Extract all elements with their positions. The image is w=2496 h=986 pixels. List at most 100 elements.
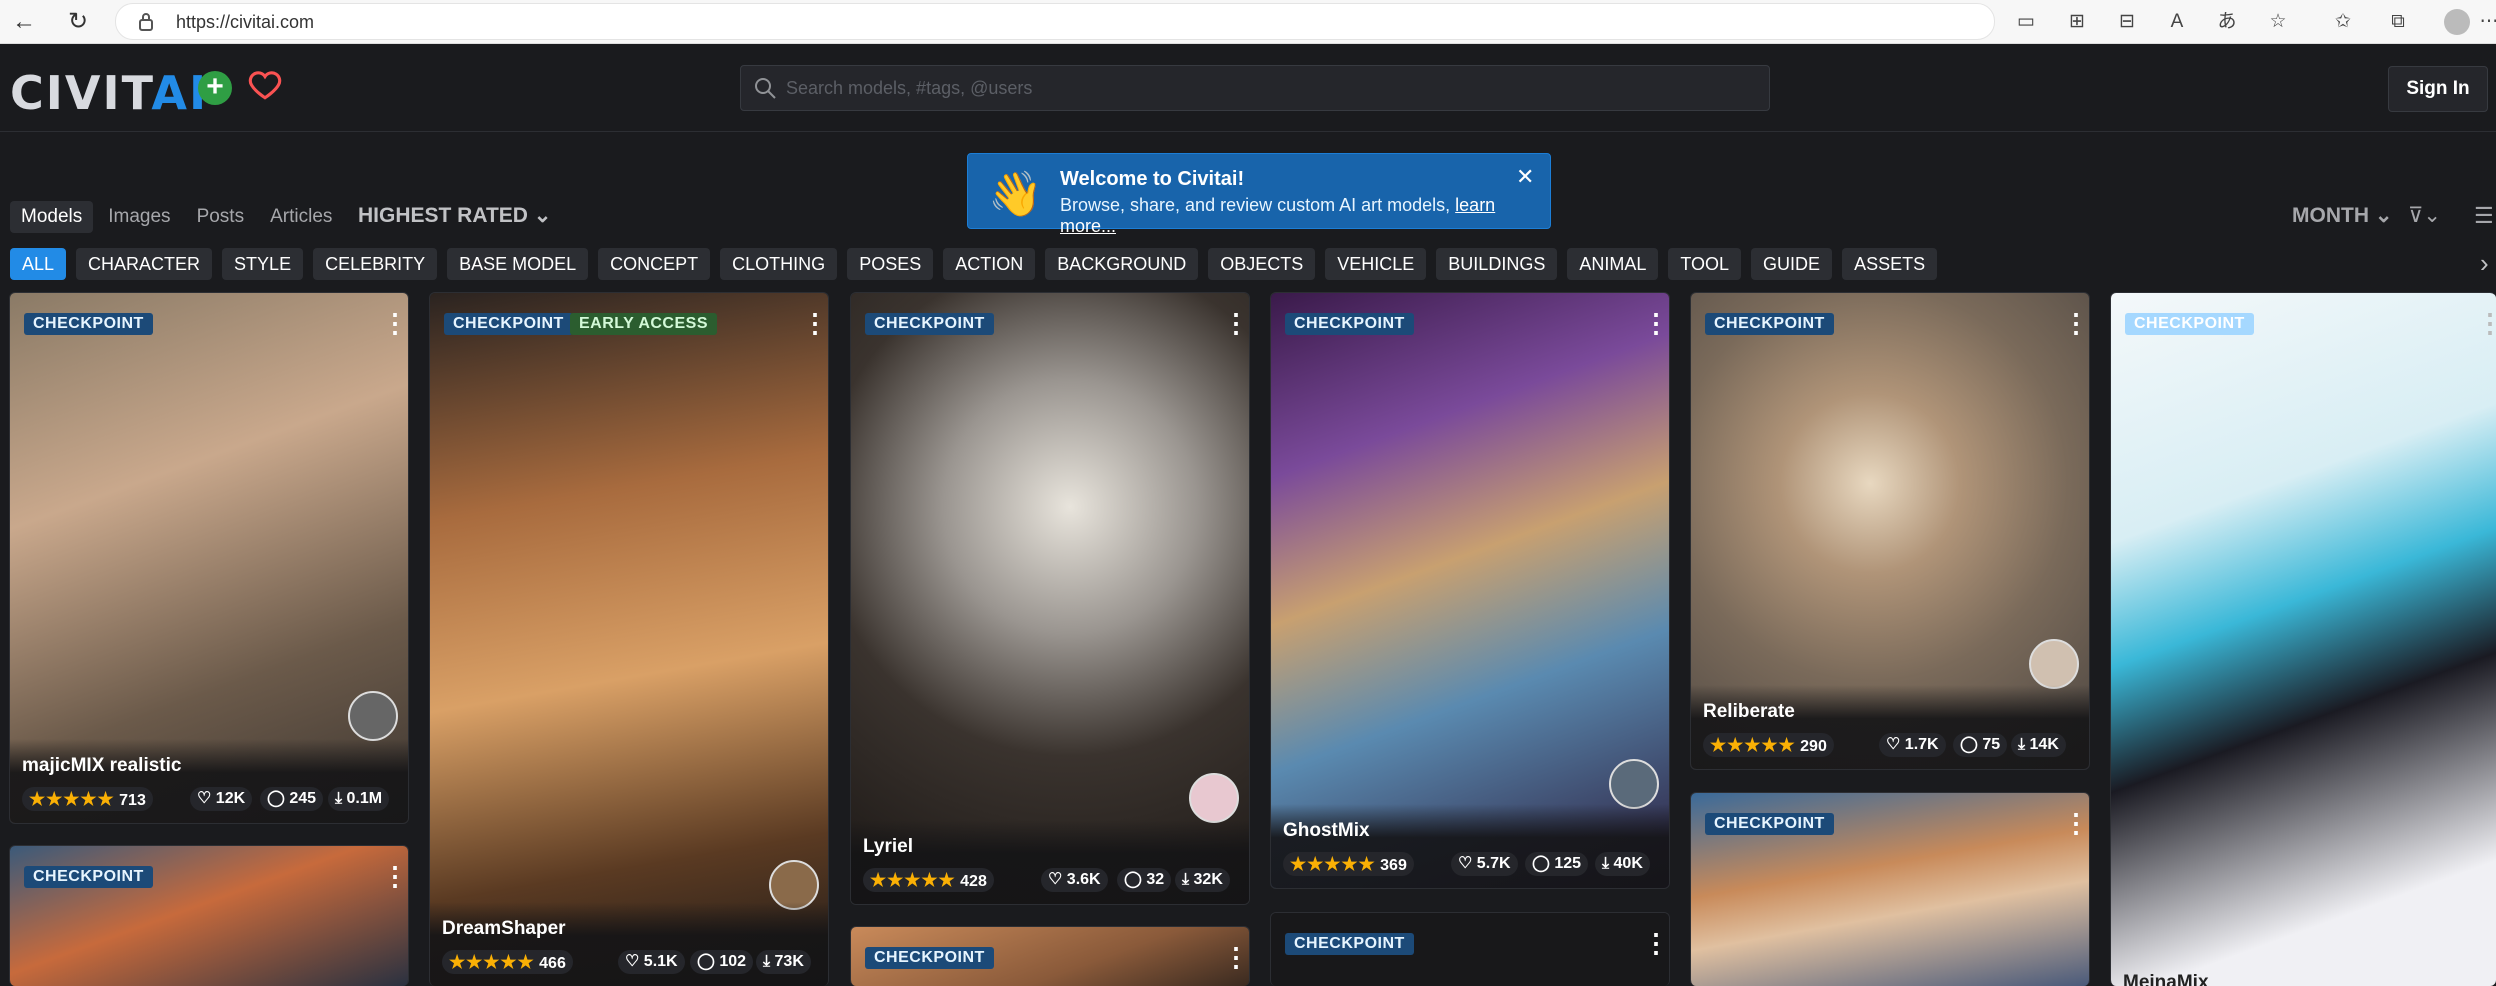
avatar[interactable]	[1609, 759, 1659, 809]
extensions-icon[interactable]: ⊞	[2064, 9, 2090, 35]
more-options-icon[interactable]: ⋮	[382, 862, 408, 890]
category-clothing[interactable]: CLOTHING	[720, 248, 838, 280]
model-card[interactable]: CHECKPOINT ⋮ majicMIX realistic ★★★★★ 71…	[9, 292, 409, 824]
tab-posts[interactable]: Posts	[186, 201, 256, 233]
category-base-model[interactable]: BASE MODEL	[447, 248, 589, 280]
category-action[interactable]: ACTION	[943, 248, 1036, 280]
apps-icon[interactable]: ⊟	[2114, 9, 2140, 35]
search-input[interactable]	[786, 66, 1746, 110]
heart-icon[interactable]	[248, 68, 282, 102]
category-assets[interactable]: ASSETS	[1842, 248, 1938, 280]
app-available-icon[interactable]: ▭	[2013, 9, 2039, 35]
download-icon: ⤓	[763, 953, 771, 970]
filter-icon[interactable]: ⊽⌄	[2408, 203, 2441, 228]
category-character[interactable]: CHARACTER	[76, 248, 213, 280]
checkpoint-badge: CHECKPOINT	[2125, 313, 2254, 335]
more-options-icon[interactable]: ⋮	[2477, 309, 2496, 337]
translate-icon[interactable]: あ	[2214, 9, 2240, 35]
collections-icon[interactable]: ⧉	[2385, 9, 2411, 35]
downloads-badge: ⤓ 40K	[1595, 852, 1650, 876]
model-name: GhostMix	[1283, 820, 1370, 841]
rating-badge: ★★★★★ 713	[22, 787, 153, 811]
checkpoint-badge: CHECKPOINT	[444, 313, 573, 335]
chevron-down-icon: ⌄	[533, 204, 552, 227]
lock-icon	[139, 13, 153, 31]
more-options-icon[interactable]: ⋮	[2063, 809, 2089, 837]
comment-icon: ◯	[697, 953, 715, 970]
heart-icon: ♡	[197, 790, 212, 807]
more-options-icon[interactable]: ⋮	[1643, 929, 1669, 957]
category-objects[interactable]: OBJECTS	[1208, 248, 1316, 280]
menu-icon[interactable]: ⋯	[2476, 9, 2496, 35]
sort-dropdown[interactable]: HIGHEST RATED ⌄	[358, 203, 551, 228]
model-name: majicMIX realistic	[22, 755, 182, 776]
welcome-subtitle: Browse, share, and review custom AI art …	[1060, 195, 1496, 236]
favorites-bar-icon[interactable]: ✩	[2330, 9, 2356, 35]
profile-icon[interactable]	[2444, 9, 2470, 35]
category-celebrity[interactable]: CELEBRITY	[313, 248, 438, 280]
comment-icon: ◯	[1960, 736, 1978, 753]
category-concept[interactable]: CONCEPT	[598, 248, 711, 280]
download-icon: ⤓	[1182, 871, 1190, 888]
checkpoint-badge: CHECKPOINT	[865, 313, 994, 335]
more-options-icon[interactable]: ⋮	[1643, 309, 1669, 337]
rating-badge: ★★★★★ 369	[1283, 852, 1414, 876]
comments-badge: ◯ 32	[1117, 868, 1172, 892]
model-name: Lyriel	[863, 836, 913, 857]
likes-badge: ♡ 12K	[190, 787, 253, 811]
tab-articles[interactable]: Articles	[259, 201, 343, 233]
likes-badge: ♡ 3.6K	[1041, 868, 1108, 892]
model-card[interactable]: CHECKPOINT ⋮	[1270, 912, 1670, 986]
category-guide[interactable]: GUIDE	[1751, 248, 1833, 280]
more-options-icon[interactable]: ⋮	[1223, 309, 1249, 337]
avatar[interactable]	[1189, 773, 1239, 823]
category-animal[interactable]: ANIMAL	[1567, 248, 1659, 280]
category-poses[interactable]: POSES	[847, 248, 934, 280]
favorite-icon[interactable]: ☆	[2265, 9, 2291, 35]
model-card[interactable]: CHECKPOINT EARLY ACCESS ⋮ DreamShaper ★★…	[429, 292, 829, 986]
category-buildings[interactable]: BUILDINGS	[1436, 248, 1558, 280]
downloads-badge: ⤓ 32K	[1175, 868, 1230, 892]
model-preview-image	[1271, 293, 1669, 888]
reload-icon[interactable]: ↻	[62, 6, 94, 38]
tab-images[interactable]: Images	[97, 201, 181, 233]
search-bar[interactable]	[740, 65, 1770, 111]
model-card[interactable]: CHECKPOINT ⋮	[850, 926, 1250, 986]
likes-badge: ♡ 5.1K	[618, 950, 685, 974]
more-options-icon[interactable]: ⋮	[382, 309, 408, 337]
layout-icon[interactable]: ☰	[2474, 203, 2494, 229]
model-card[interactable]: CHECKPOINT ⋮ MeinaMix	[2110, 292, 2496, 986]
model-card[interactable]: CHECKPOINT ⋮ Lyriel ★★★★★ 428 ♡ 3.6K ◯ 3…	[850, 292, 1250, 905]
chevron-right-icon[interactable]: ›	[2480, 248, 2489, 279]
close-icon[interactable]: ✕	[1516, 164, 1534, 190]
chevron-down-icon: ⌄	[2374, 204, 2393, 227]
model-card[interactable]: CHECKPOINT ⋮ GhostMix ★★★★★ 369 ♡ 5.7K ◯…	[1270, 292, 1670, 889]
more-options-icon[interactable]: ⋮	[1223, 943, 1249, 971]
more-options-icon[interactable]: ⋮	[802, 309, 828, 337]
more-options-icon[interactable]: ⋮	[2063, 309, 2089, 337]
add-icon[interactable]: +	[198, 71, 232, 105]
model-card[interactable]: CHECKPOINT ⋮	[9, 845, 409, 986]
category-style[interactable]: STYLE	[222, 248, 304, 280]
category-background[interactable]: BACKGROUND	[1045, 248, 1199, 280]
address-bar[interactable]: https://civitai.com	[115, 3, 1995, 40]
download-icon: ⤓	[335, 790, 343, 807]
comments-badge: ◯ 75	[1953, 733, 2008, 757]
civitai-logo[interactable]: CIVITAI	[10, 66, 208, 120]
rating-badge: ★★★★★ 290	[1703, 733, 1834, 757]
category-vehicle[interactable]: VEHICLE	[1325, 248, 1427, 280]
sign-in-button[interactable]: Sign In	[2388, 66, 2488, 112]
category-all[interactable]: ALL	[10, 248, 67, 280]
tab-models[interactable]: Models	[10, 201, 94, 233]
checkpoint-badge: CHECKPOINT	[1705, 813, 1834, 835]
category-tool[interactable]: TOOL	[1668, 248, 1742, 280]
star-rating-icon: ★★★★★	[870, 870, 956, 890]
period-dropdown[interactable]: MONTH ⌄	[2292, 203, 2392, 228]
comments-badge: ◯ 245	[260, 787, 324, 811]
read-aloud-icon[interactable]: A	[2164, 9, 2190, 35]
avatar[interactable]	[348, 691, 398, 741]
back-icon[interactable]: ←	[8, 6, 40, 38]
avatar[interactable]	[2029, 639, 2079, 689]
model-card[interactable]: CHECKPOINT ⋮	[1690, 792, 2090, 986]
model-card[interactable]: CHECKPOINT ⋮ Reliberate ★★★★★ 290 ♡ 1.7K…	[1690, 292, 2090, 770]
